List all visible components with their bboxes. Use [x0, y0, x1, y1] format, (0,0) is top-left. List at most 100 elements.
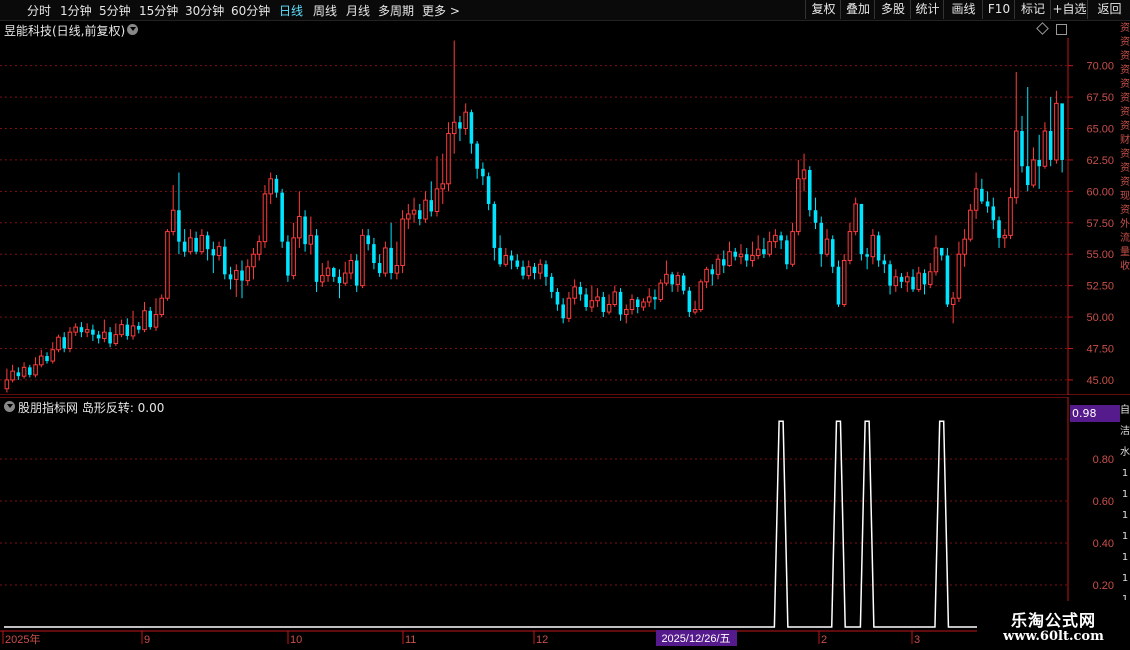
- candle-body: [1054, 102, 1059, 161]
- indicator-chart[interactable]: 0.80 0.60 0.40 0.20: [0, 397, 1130, 630]
- candle-body: [646, 296, 652, 303]
- period-tab-8[interactable]: 月线: [346, 2, 370, 19]
- info-char: 量: [1120, 247, 1130, 258]
- candle-body: [394, 265, 400, 274]
- candle-body: [841, 259, 847, 305]
- candlestick-chart[interactable]: 70.00 67.50 65.00 62.50 60.00 57.50 55.00 52.50…: [0, 38, 1130, 395]
- toolbar-button-5[interactable]: F10: [982, 0, 1015, 19]
- toolbar-button-8[interactable]: 返回: [1087, 0, 1130, 19]
- toolbar-button-2[interactable]: 多股: [874, 0, 911, 19]
- candle-body: [406, 213, 411, 220]
- period-toolbar: 分时 1分钟 5分钟 15分钟 30分钟 60分钟 日线 周线 月线 多周期 更多 > 复权 叠加 多股统…: [0, 0, 1130, 21]
- candle-body: [1013, 130, 1019, 199]
- candle-body: [526, 266, 532, 277]
- candle-body: [733, 251, 738, 257]
- candle-body: [96, 334, 101, 339]
- toolbar-button-1[interactable]: 叠加: [840, 0, 875, 19]
- candle-body: [727, 251, 732, 267]
- candle-body: [773, 234, 778, 243]
- toolbar-button-6[interactable]: 标记: [1014, 0, 1051, 19]
- period-tab-1[interactable]: 1分钟: [60, 2, 92, 19]
- candle-body: [785, 240, 789, 265]
- period-tab-10[interactable]: 更多 >: [422, 2, 460, 19]
- candle-body: [1031, 159, 1036, 186]
- price-tick-label: 55.00: [1086, 249, 1114, 261]
- price-tick-label: 67.50: [1086, 92, 1114, 104]
- candle-body: [440, 183, 446, 190]
- candle-body: [767, 241, 772, 255]
- candle-body: [33, 364, 38, 376]
- candle-body: [899, 276, 904, 282]
- candle-body: [498, 247, 502, 265]
- price-tick-label: 65.00: [1086, 124, 1114, 136]
- candle-body: [888, 264, 892, 286]
- candle-body: [635, 299, 640, 308]
- candle-body: [56, 336, 61, 351]
- info-char: 资: [1120, 163, 1130, 174]
- info-char: 1: [1121, 552, 1129, 563]
- period-tab-0[interactable]: 分时: [27, 2, 51, 19]
- candle-body: [830, 239, 835, 267]
- candle-body: [801, 169, 807, 180]
- candle-body: [641, 301, 646, 308]
- candle-body: [268, 178, 273, 195]
- period-tab-6[interactable]: 日线: [279, 2, 303, 19]
- candle-body: [199, 234, 205, 253]
- indicator-tick-label: 0.20: [1093, 580, 1114, 592]
- candle-body: [945, 255, 950, 305]
- info-char: 资: [1120, 79, 1130, 90]
- axis-bg: [0, 630, 1130, 650]
- candle-body: [188, 237, 193, 253]
- candle-body: [762, 249, 766, 255]
- watermark: 乐淘公式网 www.60lt.com: [977, 601, 1130, 650]
- price-tick-label: 45.00: [1086, 375, 1114, 387]
- candle-body: [1025, 166, 1030, 186]
- layout-icon[interactable]: [1056, 24, 1067, 35]
- candle-body: [303, 216, 307, 245]
- candle-body: [950, 297, 956, 305]
- candle-body: [50, 349, 56, 362]
- candle-body: [291, 237, 296, 277]
- candle-body: [779, 235, 783, 241]
- period-tab-9[interactable]: 多周期: [378, 2, 414, 19]
- info-char: 资: [1120, 93, 1130, 104]
- candle-body: [968, 209, 973, 240]
- candle-body: [601, 296, 606, 313]
- candle-body: [205, 235, 210, 250]
- period-tab-2[interactable]: 5分钟: [99, 2, 131, 19]
- candle-body: [692, 309, 698, 313]
- candle-body: [314, 235, 319, 282]
- candle-body: [566, 297, 572, 319]
- candle-body: [704, 268, 709, 283]
- candle-body: [750, 254, 755, 261]
- toolbar-button-4[interactable]: 画线: [943, 0, 983, 19]
- toolbar-button-3[interactable]: 统计: [910, 0, 944, 19]
- period-tab-5[interactable]: 60分钟: [231, 2, 270, 19]
- candle-body: [589, 300, 595, 308]
- candle-body: [922, 273, 927, 285]
- candle-body: [446, 133, 451, 185]
- candle-body: [418, 210, 422, 220]
- title-dropdown-icon[interactable]: [127, 24, 138, 35]
- candle-body: [177, 210, 181, 242]
- period-tab-3[interactable]: 15分钟: [139, 2, 178, 19]
- price-tick-label: 62.50: [1086, 155, 1114, 167]
- axis-label: 11: [405, 634, 416, 646]
- candle-body: [400, 218, 405, 267]
- period-tab-7[interactable]: 周线: [313, 2, 337, 19]
- toolbar-button-0[interactable]: 复权: [805, 0, 841, 19]
- info-char: 资: [1120, 51, 1130, 62]
- candle-body: [1008, 197, 1013, 236]
- diamond-icon[interactable]: [1036, 22, 1049, 35]
- axis-label: 3: [914, 634, 920, 646]
- period-tab-4[interactable]: 30分钟: [185, 2, 224, 19]
- candle-body: [377, 263, 382, 274]
- candle-body: [744, 254, 749, 261]
- candle-body: [125, 324, 130, 336]
- toolbar-button-7[interactable]: +自选: [1050, 0, 1088, 19]
- candle-body: [847, 231, 853, 261]
- candle-body: [796, 178, 801, 233]
- axis-label: 2: [821, 634, 827, 646]
- candle-body: [389, 247, 393, 274]
- candle-body: [73, 326, 78, 333]
